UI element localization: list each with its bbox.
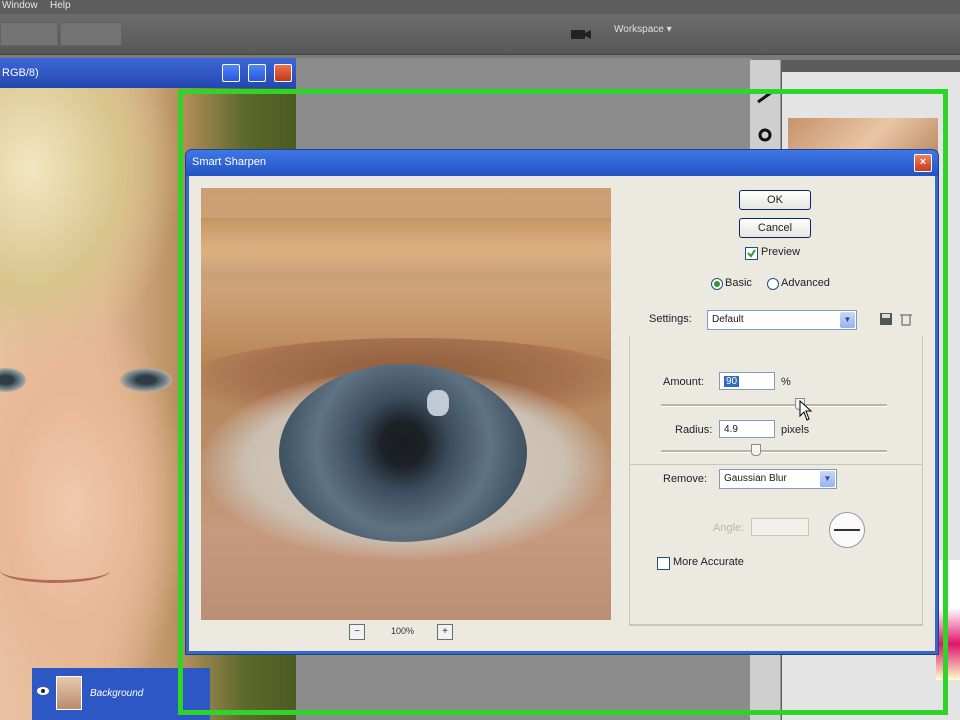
maximize-icon[interactable] (248, 64, 266, 82)
options-ghost-button-1[interactable] (0, 22, 58, 46)
camera-icon[interactable] (570, 28, 592, 40)
close-icon[interactable] (274, 64, 292, 82)
photo-mouth (0, 558, 110, 583)
photo-eye-right (120, 368, 172, 392)
options-bar: Workspace ▾ (0, 14, 960, 55)
menu-bar: Window Help (0, 0, 960, 14)
menu-help[interactable]: Help (50, 0, 71, 12)
workspace-menu[interactable]: Workspace ▾ (614, 24, 672, 35)
document-title: RGB/8) (2, 67, 39, 79)
minimize-icon[interactable] (222, 64, 240, 82)
document-title-bar[interactable]: RGB/8) (0, 58, 296, 88)
photo-eye-left (0, 368, 26, 392)
eye-icon[interactable] (36, 686, 50, 696)
options-ghost-button-2[interactable] (60, 22, 122, 46)
highlight-frame (178, 89, 948, 715)
layer-name[interactable]: Background (90, 688, 143, 699)
layer-thumbnail (56, 676, 82, 710)
menu-window[interactable]: Window (2, 0, 38, 12)
